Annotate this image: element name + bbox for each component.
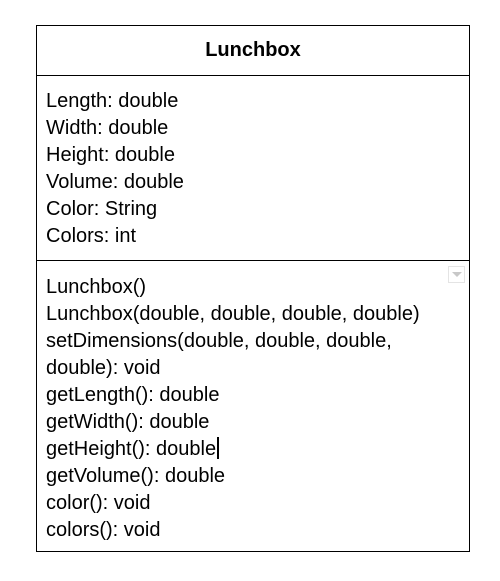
method[interactable]: getVolume(): double <box>46 463 469 490</box>
method[interactable]: setDimensions(double, double, double, <box>46 328 469 355</box>
attribute[interactable]: Width: double <box>46 115 469 142</box>
text-cursor <box>217 437 220 459</box>
method[interactable]: color(): void <box>46 490 469 517</box>
class-name[interactable]: Lunchbox <box>37 26 469 76</box>
uml-class-lunchbox[interactable]: Lunchbox Length: double Width: double He… <box>36 25 470 552</box>
method[interactable]: getWidth(): double <box>46 409 469 436</box>
attribute[interactable]: Length: double <box>46 88 469 115</box>
chevron-down-icon[interactable] <box>448 266 465 283</box>
methods-section[interactable]: Lunchbox() Lunchbox(double, double, doub… <box>37 261 469 544</box>
method[interactable]: getHeight(): double <box>46 438 216 460</box>
attribute[interactable]: Colors: int <box>46 223 469 250</box>
attribute[interactable]: Color: String <box>46 196 469 223</box>
method[interactable]: Lunchbox(double, double, double, double) <box>46 301 469 328</box>
attributes-section[interactable]: Length: double Width: double Height: dou… <box>37 75 469 261</box>
method[interactable]: colors(): void <box>46 517 469 544</box>
method[interactable]: double): void <box>46 355 469 382</box>
method[interactable]: getLength(): double <box>46 382 469 409</box>
method[interactable]: Lunchbox() <box>46 274 469 301</box>
attribute[interactable]: Volume: double <box>46 169 469 196</box>
attribute[interactable]: Height: double <box>46 142 469 169</box>
method-with-cursor[interactable]: getHeight(): double <box>46 436 469 463</box>
